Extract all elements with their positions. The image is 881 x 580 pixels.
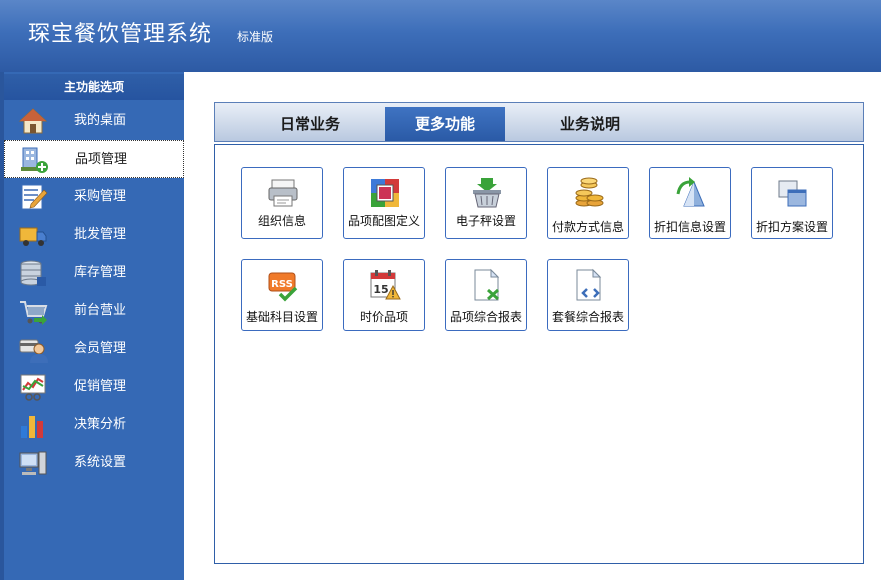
sidebar-item-settings[interactable]: 系统设置	[4, 444, 184, 482]
title-bar: 琛宝餐饮管理系统 标准版	[0, 0, 881, 72]
windows-stack-icon	[778, 180, 807, 207]
document-excel-icon	[474, 268, 500, 301]
sidebar-item-desktop[interactable]: 我的桌面	[4, 102, 184, 140]
tile-market-price-items[interactable]: 15 时价品项	[343, 259, 425, 331]
sidebar-item-label: 库存管理	[74, 265, 127, 280]
sidebar-item-promotion[interactable]: 促销管理	[4, 368, 184, 406]
printer-icon	[268, 179, 298, 207]
sidebar-item-label: 系统设置	[74, 455, 127, 470]
app-edition: 标准版	[237, 30, 274, 44]
tile-label: 电子秤设置	[455, 214, 516, 228]
truck-icon	[19, 227, 47, 246]
document-arrows-icon	[576, 268, 602, 301]
sidebar-menu: 我的桌面 品项管理 采购管理 批发管理 库存管理 前台营业 会员管理 促销管理 …	[4, 102, 184, 482]
calendar-warning-icon: 15	[370, 270, 401, 300]
svg-text:RSS: RSS	[271, 279, 293, 290]
tile-combo-report[interactable]: 套餐综合报表	[547, 259, 629, 331]
tile-label: 折扣信息设置	[653, 220, 726, 234]
basket-download-icon	[473, 178, 501, 208]
tile-basic-accounts[interactable]: RSS 基础科目设置	[241, 259, 323, 331]
tab-business-notes[interactable]: 业务说明	[530, 107, 650, 141]
house-icon	[18, 108, 48, 134]
sidebar-item-frontdesk[interactable]: 前台营业	[4, 292, 184, 330]
tile-label: 套餐综合报表	[551, 310, 624, 324]
tile-discount-plans[interactable]: 折扣方案设置	[751, 167, 833, 239]
app-title: 琛宝餐饮管理系统	[28, 22, 213, 47]
tile-item-image-definition[interactable]: 品项配图定义	[343, 167, 425, 239]
bar-chart-icon	[21, 416, 43, 438]
sidebar-item-label: 促销管理	[74, 379, 127, 394]
tile-label: 基础科目设置	[245, 310, 318, 324]
tile-label: 时价品项	[359, 310, 408, 324]
sidebar-heading: 主功能选项	[4, 74, 184, 100]
tile-label: 折扣方案设置	[755, 220, 828, 234]
tile-label: 品项配图定义	[347, 214, 420, 228]
tile-organization-info[interactable]: 组织信息	[241, 167, 323, 239]
sidebar-item-analysis[interactable]: 决策分析	[4, 406, 184, 444]
chart-board-icon	[20, 374, 46, 401]
coins-icon	[575, 177, 604, 207]
tile-label: 组织信息	[257, 214, 306, 228]
sidebar-item-wholesale[interactable]: 批发管理	[4, 216, 184, 254]
form-pencil-icon	[21, 184, 48, 210]
sidebar-item-items[interactable]: 品项管理	[4, 140, 184, 178]
tab-more-functions[interactable]: 更多功能	[385, 107, 505, 141]
rss-check-icon: RSS	[268, 272, 298, 302]
building-add-icon	[21, 147, 48, 173]
sidebar-item-inventory[interactable]: 库存管理	[4, 254, 184, 292]
sidebar-item-label: 我的桌面	[74, 113, 127, 128]
tile-label: 品项综合报表	[449, 310, 522, 324]
shopping-cart-icon	[20, 301, 48, 325]
tab-daily-business[interactable]: 日常业务	[250, 107, 370, 141]
sidebar-item-label: 批发管理	[74, 227, 127, 242]
sidebar-item-label: 采购管理	[74, 189, 127, 204]
tile-label: 付款方式信息	[551, 220, 624, 234]
tile-payment-methods[interactable]: 付款方式信息	[547, 167, 629, 239]
database-icon	[20, 260, 46, 286]
tile-discount-info[interactable]: 折扣信息设置	[649, 167, 731, 239]
image-palette-icon	[371, 179, 399, 207]
tile-item-report[interactable]: 品项综合报表	[445, 259, 527, 331]
main-panel: 日常业务 更多功能 业务说明 组织信息 品项配图定义 电子秤设置 付款方式信息 …	[214, 102, 864, 564]
computer-icon	[19, 451, 47, 475]
sidebar-item-members[interactable]: 会员管理	[4, 330, 184, 368]
sidebar-item-label: 会员管理	[74, 341, 127, 356]
sidebar-item-label: 决策分析	[74, 417, 127, 432]
member-card-icon	[19, 339, 48, 363]
triangle-arrow-icon	[676, 177, 705, 207]
svg-text:15: 15	[373, 283, 388, 296]
sidebar-item-purchase[interactable]: 采购管理	[4, 178, 184, 216]
sidebar-item-label: 品项管理	[75, 152, 128, 167]
sidebar-item-label: 前台营业	[74, 303, 127, 318]
tile-scale-settings[interactable]: 电子秤设置	[445, 167, 527, 239]
function-grid-area: 组织信息 品项配图定义 电子秤设置 付款方式信息 折扣信息设置 折扣方案设置 R…	[214, 144, 864, 564]
tab-bar: 日常业务 更多功能 业务说明	[214, 102, 864, 142]
